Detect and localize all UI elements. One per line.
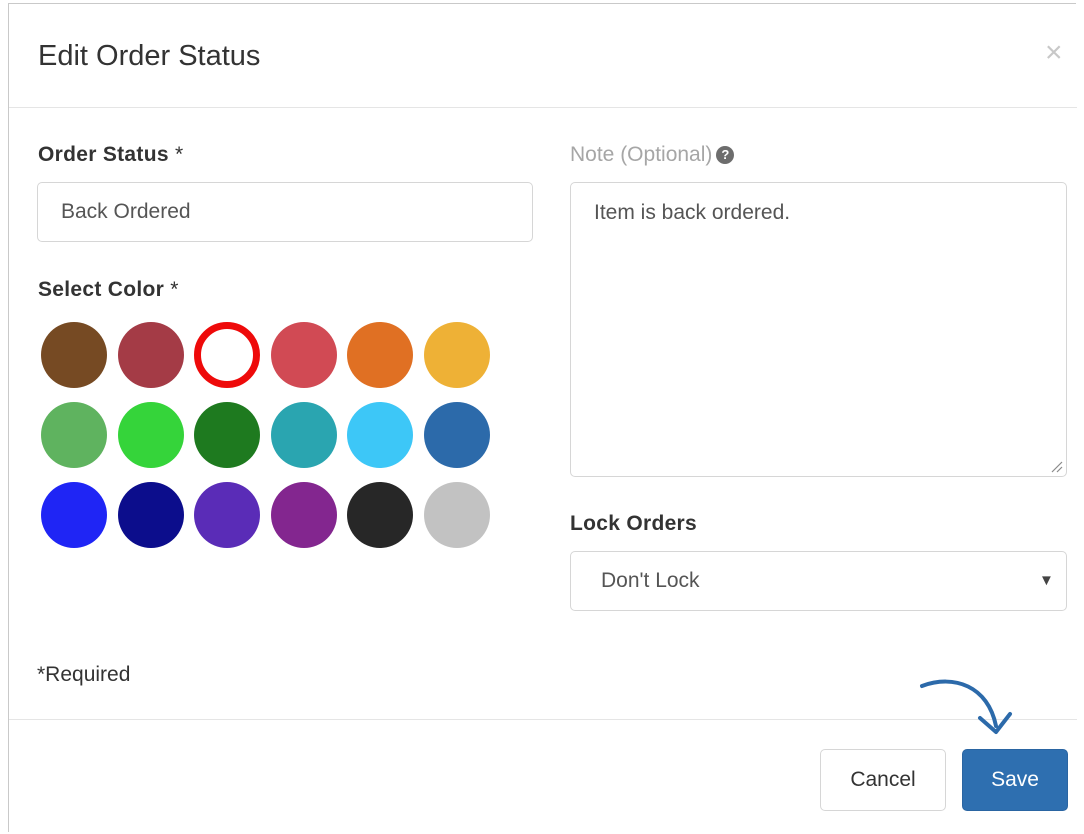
cancel-button[interactable]: Cancel <box>820 749 946 811</box>
color-swatch[interactable] <box>41 402 107 468</box>
lock-orders-label: Lock Orders <box>570 512 698 535</box>
color-swatch[interactable] <box>41 482 107 548</box>
lock-orders-select[interactable]: Don't Lock ▼ <box>570 551 1067 611</box>
dialog-header: Edit Order Status × <box>9 4 1077 108</box>
color-swatch[interactable] <box>117 402 184 468</box>
required-note: *Required <box>37 663 131 686</box>
save-button[interactable]: Save <box>962 749 1068 811</box>
order-status-input[interactable] <box>37 182 533 242</box>
curved-arrow-icon <box>920 679 1012 734</box>
order-status-label: Order Status * <box>38 143 183 167</box>
color-swatch[interactable] <box>194 402 260 468</box>
color-swatch[interactable] <box>117 482 184 548</box>
color-swatch[interactable] <box>423 322 490 388</box>
color-swatch-grid <box>41 322 501 552</box>
order-status-required-mark: * <box>168 143 184 166</box>
note-label: Note (Optional)? <box>570 143 735 167</box>
help-circle-icon[interactable]: ? <box>716 146 735 164</box>
color-swatch[interactable] <box>347 322 413 388</box>
caret-down-icon: ▼ <box>1039 572 1054 589</box>
color-swatch[interactable] <box>423 402 490 468</box>
note-label-text: Note (Optional) <box>570 143 713 166</box>
resize-handle-icon[interactable] <box>1049 459 1063 473</box>
color-swatch[interactable] <box>117 322 184 388</box>
select-color-label: Select Color * <box>38 278 179 302</box>
color-swatch[interactable] <box>270 482 337 548</box>
color-swatch[interactable] <box>41 322 107 388</box>
select-color-label-text: Select Color <box>38 278 165 301</box>
color-swatch[interactable] <box>347 482 413 548</box>
select-color-required-mark: * <box>164 278 179 301</box>
order-status-label-text: Order Status <box>38 143 169 166</box>
color-swatch[interactable] <box>423 482 490 548</box>
edit-order-status-dialog: Edit Order Status × Order Status * Selec… <box>8 3 1077 832</box>
lock-orders-selected-value: Don't Lock <box>601 569 700 592</box>
close-icon[interactable]: × <box>1045 38 1063 68</box>
color-swatch[interactable] <box>194 482 260 548</box>
note-textarea[interactable]: Item is back ordered. <box>570 182 1067 477</box>
color-swatch[interactable] <box>270 402 337 468</box>
color-swatch[interactable] <box>347 402 413 468</box>
color-swatch[interactable] <box>270 322 337 388</box>
dialog-title: Edit Order Status <box>38 40 261 72</box>
color-swatch[interactable] <box>194 322 260 388</box>
